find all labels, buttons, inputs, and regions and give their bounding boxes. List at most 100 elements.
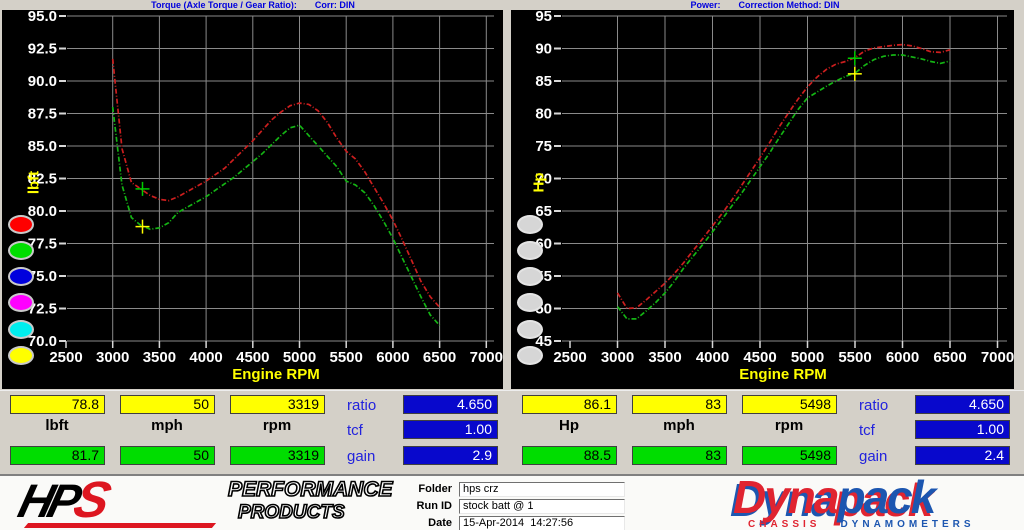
dyno-software-window: Torque (Axle Torque / Gear Ratio): Corr: … (0, 0, 1024, 530)
svg-text:75: 75 (535, 138, 552, 155)
tcf-label: tcf (859, 422, 875, 439)
svg-text:5500: 5500 (838, 349, 871, 366)
torque-ratio-value: 4.650 (403, 395, 498, 414)
run-red-power (618, 45, 951, 309)
svg-text:3000: 3000 (601, 349, 634, 366)
channel-button[interactable] (517, 293, 543, 312)
svg-text:2500: 2500 (49, 349, 82, 366)
torque-correction-label: Corr: DIN (315, 0, 355, 10)
power-cursor2-mph: 83 (632, 446, 727, 465)
svg-text:80: 80 (535, 106, 552, 123)
svg-text:95: 95 (535, 10, 552, 25)
chassis-text: CHASSIS (748, 519, 820, 530)
hps-logo-underline (24, 523, 216, 528)
svg-text:5000: 5000 (283, 349, 316, 366)
svg-text:7000: 7000 (981, 349, 1014, 366)
svg-text:3500: 3500 (143, 349, 176, 366)
torque-cursor1-value: 78.8 (10, 395, 105, 414)
hps-logo: HPS (20, 478, 104, 523)
power-panel-titlebar: Power:Correction Method: DIN (506, 0, 1024, 10)
svg-text:4000: 4000 (189, 349, 222, 366)
power-cursor1-mph: 83 (632, 395, 727, 414)
torque-x-axis-label: Engine RPM (216, 366, 336, 383)
power-tcf-value: 1.00 (915, 420, 1010, 439)
power-ratio-value: 4.650 (915, 395, 1010, 414)
channel-button[interactable] (8, 241, 34, 260)
footer-bar: HPS PERFORMANCE PRODUCTS Folder hps crz Ru… (0, 476, 1024, 530)
channel-button[interactable] (8, 346, 34, 365)
channel-button[interactable] (8, 293, 34, 312)
channel-button[interactable] (517, 320, 543, 339)
tcf-label: tcf (347, 422, 363, 439)
power-y-axis-label: Hp (531, 159, 548, 207)
power-panel-title: Power: (690, 0, 720, 10)
power-x-axis-label: Engine RPM (723, 366, 843, 383)
torque-cursor1-rpm: 3319 (230, 395, 325, 414)
run-green-power (618, 55, 951, 319)
power-cursor1-value: 86.1 (522, 395, 617, 414)
gain-label: gain (859, 448, 887, 465)
dynapack-logo-subtitle: CHASSIS DYNAMOMETERS (748, 519, 975, 530)
hps-logo-tagline: PERFORMANCE PRODUCTS (228, 478, 393, 524)
products-text: PRODUCTS (238, 501, 393, 524)
svg-text:4500: 4500 (236, 349, 269, 366)
svg-text:5500: 5500 (330, 349, 363, 366)
svg-text:5000: 5000 (791, 349, 824, 366)
power-cursor1-rpm: 5498 (742, 395, 837, 414)
dynapack-logo-dyna: Dyna (733, 471, 837, 523)
svg-text:6500: 6500 (933, 349, 966, 366)
torque-cursor2-value: 81.7 (10, 446, 105, 465)
torque-cursor1-mph: 50 (120, 395, 215, 414)
channel-button[interactable] (517, 346, 543, 365)
ratio-label: ratio (859, 397, 888, 414)
torque-panel-titlebar: Torque (Axle Torque / Gear Ratio): Corr: … (0, 0, 506, 10)
rpm-unit-label: rpm (230, 417, 324, 434)
svg-text:3500: 3500 (648, 349, 681, 366)
field-label: Run ID (400, 500, 452, 512)
svg-text:2500: 2500 (553, 349, 586, 366)
svg-text:87.5: 87.5 (28, 106, 57, 123)
svg-text:6000: 6000 (886, 349, 919, 366)
svg-text:3000: 3000 (96, 349, 129, 366)
mph-unit-label: mph (120, 417, 214, 434)
power-chart-area: 9590858075706560555045250030003500400045… (511, 10, 1014, 389)
svg-text:6000: 6000 (376, 349, 409, 366)
torque-chart-area: 95.092.590.087.585.082.580.077.575.072.5… (2, 10, 503, 389)
svg-text:90: 90 (535, 41, 552, 58)
mph-unit-label: mph (632, 417, 726, 434)
dynapack-logo: Dynapack (733, 472, 934, 522)
run-id-field[interactable]: stock batt @ 1 (459, 499, 625, 514)
channel-button[interactable] (8, 267, 34, 286)
run-red-torque (113, 59, 440, 307)
torque-cursor2-rpm: 3319 (230, 446, 325, 465)
channel-button[interactable] (8, 320, 34, 339)
svg-text:90.0: 90.0 (28, 73, 57, 90)
date-field[interactable]: 15-Apr-2014 14:27:56 (459, 516, 625, 530)
power-gain-value: 2.4 (915, 446, 1010, 465)
channel-button[interactable] (8, 215, 34, 234)
torque-panel-title: Torque (Axle Torque / Gear Ratio): (151, 0, 297, 10)
svg-text:4000: 4000 (696, 349, 729, 366)
channel-button[interactable] (517, 215, 543, 234)
field-label: Folder (400, 483, 452, 495)
svg-text:85: 85 (535, 73, 552, 90)
torque-tcf-value: 1.00 (403, 420, 498, 439)
ratio-label: ratio (347, 397, 376, 414)
run-info-fields: Folderhps crzRun IDstock batt @ 1Date15-… (400, 482, 625, 530)
readout-strip: 78.8 50 3319 lbft mph rpm 81.7 50 3319 r… (0, 390, 1024, 475)
channel-button[interactable] (517, 267, 543, 286)
dynamometers-text: DYNAMOMETERS (840, 519, 974, 530)
folder-field[interactable]: hps crz (459, 482, 625, 497)
torque-unit-label: lbft (10, 417, 104, 434)
power-cursor2-rpm: 5498 (742, 446, 837, 465)
svg-text:92.5: 92.5 (28, 41, 57, 58)
torque-y-axis-label: lbft (26, 159, 43, 207)
svg-text:70.0: 70.0 (28, 333, 57, 350)
torque-cursor2-mph: 50 (120, 446, 215, 465)
power-cursor2-value: 88.5 (522, 446, 617, 465)
channel-button[interactable] (517, 241, 543, 260)
svg-text:7000: 7000 (470, 349, 503, 366)
torque-gain-value: 2.9 (403, 446, 498, 465)
gain-label: gain (347, 448, 375, 465)
rpm-unit-label: rpm (742, 417, 836, 434)
